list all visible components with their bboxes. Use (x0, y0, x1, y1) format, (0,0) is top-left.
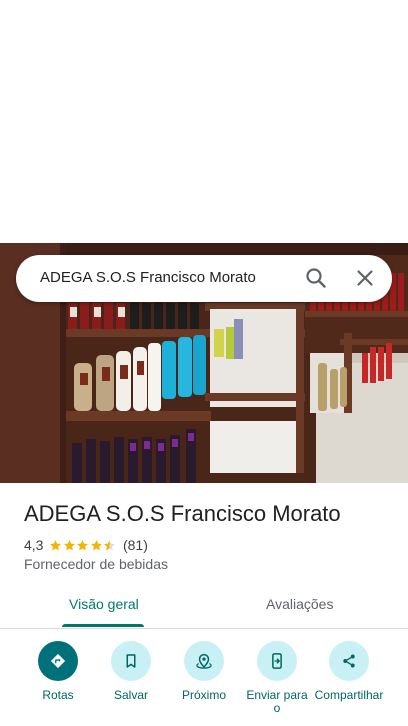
share-circle[interactable] (329, 641, 369, 681)
save-button[interactable]: Salvar (96, 641, 166, 702)
star-icon (91, 539, 102, 550)
place-title: ADEGA S.O.S Francisco Morato (24, 501, 341, 526)
share-label: Compartilhar (314, 688, 384, 702)
directions-icon (50, 653, 66, 669)
directions-circle[interactable] (38, 641, 78, 681)
bookmark-icon (126, 654, 136, 668)
nearby-circle[interactable] (184, 641, 224, 681)
place-category: Fornecedor de bebidas (24, 556, 168, 572)
nearby-label: Próximo (181, 688, 226, 702)
rating-value: 4,3 (24, 537, 44, 553)
search-icon[interactable] (304, 266, 328, 290)
map-area[interactable] (0, 0, 408, 243)
directions-button[interactable]: Rotas (23, 641, 93, 702)
save-circle[interactable] (111, 641, 151, 681)
star-icon (50, 539, 62, 550)
tab-reviews[interactable]: Avaliações (266, 596, 333, 612)
send-to-phone-icon (272, 653, 282, 669)
star-rating (49, 539, 117, 552)
star-icon (77, 539, 89, 550)
nearby-button[interactable]: Próximo (169, 641, 239, 702)
tab-overview[interactable]: Visão geral (69, 596, 139, 612)
search-bar[interactable]: ADEGA S.O.S Francisco Morato (16, 255, 392, 302)
send-to-phone-button[interactable]: Enviar para o (242, 641, 312, 715)
share-button[interactable]: Compartilhar (314, 641, 384, 702)
half-star-icon (104, 539, 116, 550)
save-label: Salvar (113, 688, 148, 702)
star-icon (64, 539, 75, 550)
rating-row[interactable]: 4,3 (81) (24, 536, 148, 554)
close-icon[interactable] (353, 266, 377, 290)
send-to-phone-circle[interactable] (257, 641, 297, 681)
share-icon (343, 654, 355, 668)
search-query[interactable]: ADEGA S.O.S Francisco Morato (40, 269, 256, 286)
directions-label: Rotas (42, 688, 74, 702)
tab-bar: Visão geral Avaliações (0, 586, 408, 629)
review-count[interactable]: (81) (123, 537, 148, 553)
active-tab-indicator (62, 624, 144, 627)
nearby-icon (196, 653, 212, 669)
send-to-phone-label: Enviar para o (246, 688, 308, 715)
